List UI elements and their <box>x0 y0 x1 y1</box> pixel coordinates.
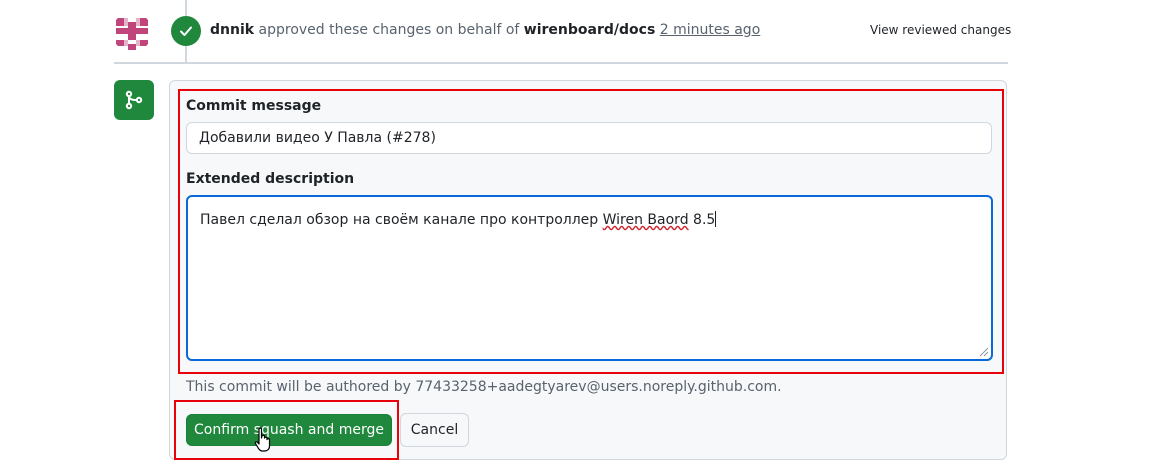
view-reviewed-changes-link[interactable]: View reviewed changes <box>870 23 1011 37</box>
extended-description-text-end: 8.5 <box>688 212 716 228</box>
approved-badge <box>171 16 201 46</box>
commit-message-label: Commit message <box>186 98 322 114</box>
commit-message-input[interactable]: Добавили видео У Павла (#278) <box>186 122 992 154</box>
hand-cursor-icon <box>254 427 271 452</box>
review-summary: dnnik approved these changes on behalf o… <box>210 22 760 38</box>
extended-description-label: Extended description <box>186 171 355 187</box>
cancel-button[interactable]: Cancel <box>400 413 469 447</box>
extended-description-textarea[interactable]: Павел сделал обзор на своём канале про к… <box>186 195 993 361</box>
author-note: This commit will be authored by 77433258… <box>186 379 782 395</box>
review-action-text: approved these changes on behalf of <box>258 22 520 38</box>
identicon-avatar-icon <box>112 12 152 52</box>
review-time-link[interactable]: 2 minutes ago <box>660 22 761 38</box>
confirm-squash-merge-button[interactable]: Confirm squash and merge <box>186 414 392 446</box>
resize-handle-icon[interactable] <box>979 347 989 357</box>
reviewer-avatar[interactable] <box>112 12 152 52</box>
merge-badge <box>114 80 154 120</box>
check-icon <box>180 26 192 36</box>
text-caret <box>715 211 717 227</box>
timeline-divider <box>114 62 1008 64</box>
reviewer-name[interactable]: dnnik <box>210 22 254 38</box>
misspelled-word: Wiren Baord <box>602 212 689 228</box>
git-merge-icon <box>125 90 143 110</box>
org-repo-link[interactable]: wirenboard/docs <box>524 22 656 38</box>
extended-description-text: Павел сделал обзор на своём канале про к… <box>200 212 603 228</box>
